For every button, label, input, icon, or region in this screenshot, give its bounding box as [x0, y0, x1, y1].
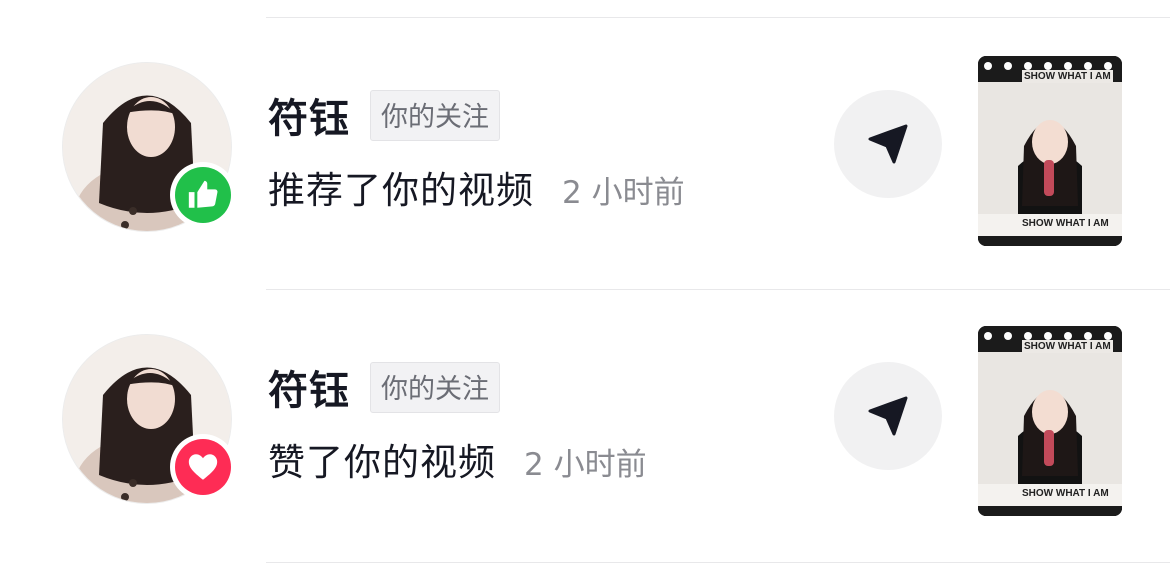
avatar[interactable]: [62, 334, 236, 504]
name-line: 符钰 你的关注: [268, 358, 500, 416]
send-icon: [868, 124, 908, 164]
timestamp: 2 小时前: [562, 175, 685, 211]
username[interactable]: 符钰: [268, 86, 350, 144]
follow-tag: 你的关注: [370, 89, 500, 141]
thumbnail-banner-top: SHOW WHAT I AM: [1022, 340, 1113, 353]
thumbs-up-icon: [188, 180, 218, 208]
thumbnail-banner-bottom: SHOW WHAT I AM: [1022, 218, 1109, 229]
thumbnail-banner-top: SHOW WHAT I AM: [1022, 70, 1113, 83]
name-line: 符钰 你的关注: [268, 86, 500, 144]
heart-icon: [188, 454, 218, 480]
timestamp: 2 小时前: [524, 447, 647, 483]
heart-badge: [170, 434, 236, 500]
badge-background: [175, 439, 231, 495]
like-badge: [170, 162, 236, 228]
thumbnail-banner-bottom: SHOW WHAT I AM: [1022, 488, 1109, 499]
share-button[interactable]: [834, 90, 942, 198]
notification-item[interactable]: 符钰 你的关注 赞了你的视频 2 小时前 SHOW WHAT I AM SHOW…: [0, 290, 1170, 562]
video-thumbnail[interactable]: SHOW WHAT I AM SHOW WHAT I AM: [978, 56, 1122, 246]
share-button[interactable]: [834, 362, 942, 470]
video-thumbnail[interactable]: SHOW WHAT I AM SHOW WHAT I AM: [978, 326, 1122, 516]
action-text: 赞了你的视频: [268, 441, 496, 484]
action-text: 推荐了你的视频: [268, 169, 534, 212]
notification-item[interactable]: 符钰 你的关注 推荐了你的视频 2 小时前 SHOW WHAT I AM SHO…: [0, 18, 1170, 290]
action-line: 赞了你的视频 2 小时前: [268, 432, 647, 486]
action-line: 推荐了你的视频 2 小时前: [268, 160, 685, 214]
badge-background: [175, 167, 231, 223]
username[interactable]: 符钰: [268, 358, 350, 416]
follow-tag: 你的关注: [370, 361, 500, 413]
divider: [266, 562, 1170, 563]
send-icon: [868, 396, 908, 436]
avatar[interactable]: [62, 62, 236, 232]
